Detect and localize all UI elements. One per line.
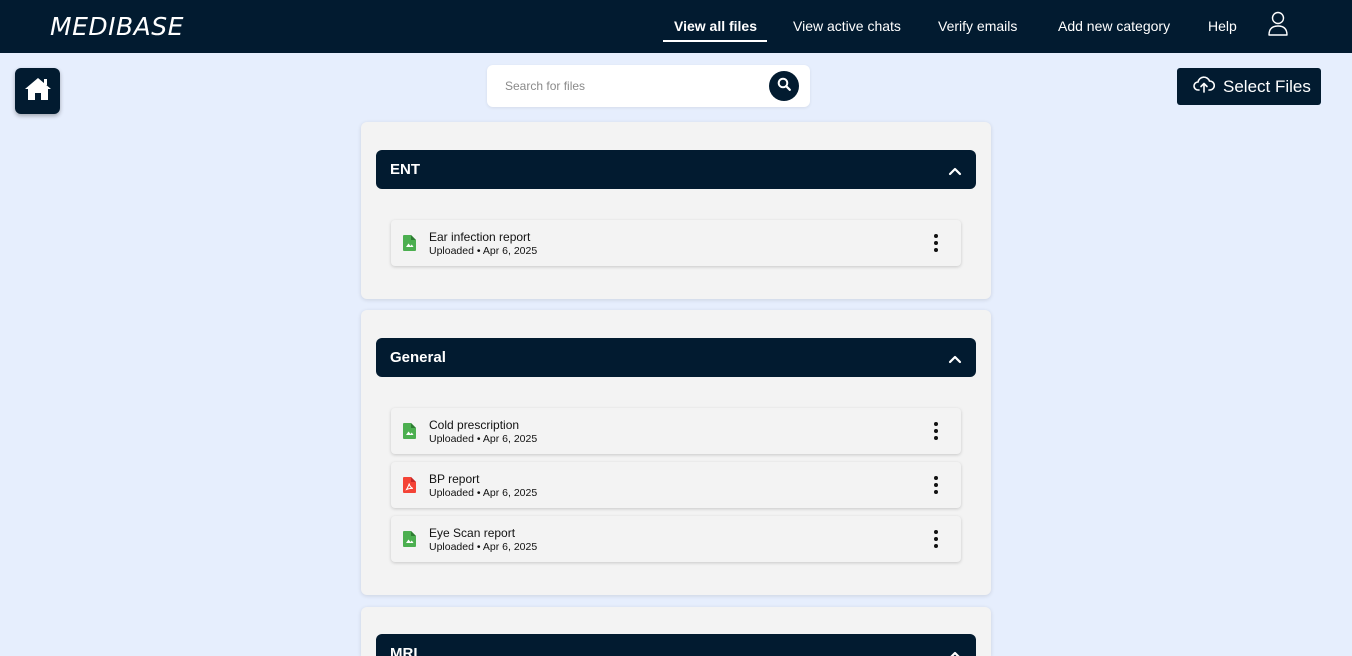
category-header-general[interactable]: General (376, 338, 976, 377)
file-name: Ear infection report (429, 230, 531, 244)
nav-help[interactable]: Help (1208, 18, 1237, 34)
more-options-icon[interactable] (928, 476, 944, 494)
search-button[interactable] (769, 71, 799, 101)
brand-logo[interactable]: MEDIBASE (50, 12, 184, 41)
select-files-button[interactable]: Select Files (1177, 68, 1321, 105)
file-row[interactable]: Cold prescription Uploaded • Apr 6, 2025 (391, 408, 961, 454)
file-meta: Uploaded • Apr 6, 2025 (429, 487, 538, 499)
category-title: ENT (390, 161, 420, 178)
search-input[interactable] (505, 76, 755, 96)
nav-verify-emails[interactable]: Verify emails (938, 18, 1017, 34)
chevron-up-icon (948, 351, 962, 368)
image-file-icon (403, 423, 416, 444)
category-header-ent[interactable]: ENT (376, 150, 976, 189)
home-icon (23, 76, 53, 107)
category-title: MRI (390, 645, 418, 656)
user-icon[interactable] (1266, 11, 1290, 37)
cloud-upload-icon (1193, 75, 1223, 98)
file-meta: Uploaded • Apr 6, 2025 (429, 541, 538, 553)
file-name: Cold prescription (429, 418, 520, 432)
file-name: Eye Scan report (429, 526, 516, 540)
home-button[interactable] (15, 68, 60, 114)
category-card-mri: MRI (361, 607, 991, 656)
search-icon (777, 77, 791, 96)
active-nav-underline (663, 40, 767, 42)
more-options-icon[interactable] (928, 234, 944, 252)
more-options-icon[interactable] (928, 530, 944, 548)
category-card-general: General Cold prescription Uploaded • Apr… (361, 310, 991, 595)
file-row[interactable]: Ear infection report Uploaded • Apr 6, 2… (391, 220, 961, 266)
search-box (487, 65, 810, 107)
category-title: General (390, 349, 446, 366)
more-options-icon[interactable] (928, 422, 944, 440)
file-meta: Uploaded • Apr 6, 2025 (429, 433, 538, 445)
nav-view-active-chats[interactable]: View active chats (793, 18, 901, 34)
file-meta: Uploaded • Apr 6, 2025 (429, 245, 538, 257)
chevron-up-icon (948, 647, 962, 656)
top-navbar: MEDIBASE View all files View active chat… (0, 0, 1352, 53)
nav-add-new-category[interactable]: Add new category (1058, 18, 1170, 34)
image-file-icon (403, 235, 416, 256)
file-row[interactable]: Eye Scan report Uploaded • Apr 6, 2025 (391, 516, 961, 562)
select-files-label: Select Files (1223, 76, 1311, 96)
chevron-up-icon (948, 163, 962, 180)
category-card-ent: ENT Ear infection report Uploaded • Apr … (361, 122, 991, 299)
pdf-file-icon (403, 477, 416, 498)
image-file-icon (403, 531, 416, 552)
file-row[interactable]: BP report Uploaded • Apr 6, 2025 (391, 462, 961, 508)
category-header-mri[interactable]: MRI (376, 634, 976, 656)
file-name: BP report (429, 472, 480, 486)
nav-view-all-files[interactable]: View all files (674, 18, 757, 34)
